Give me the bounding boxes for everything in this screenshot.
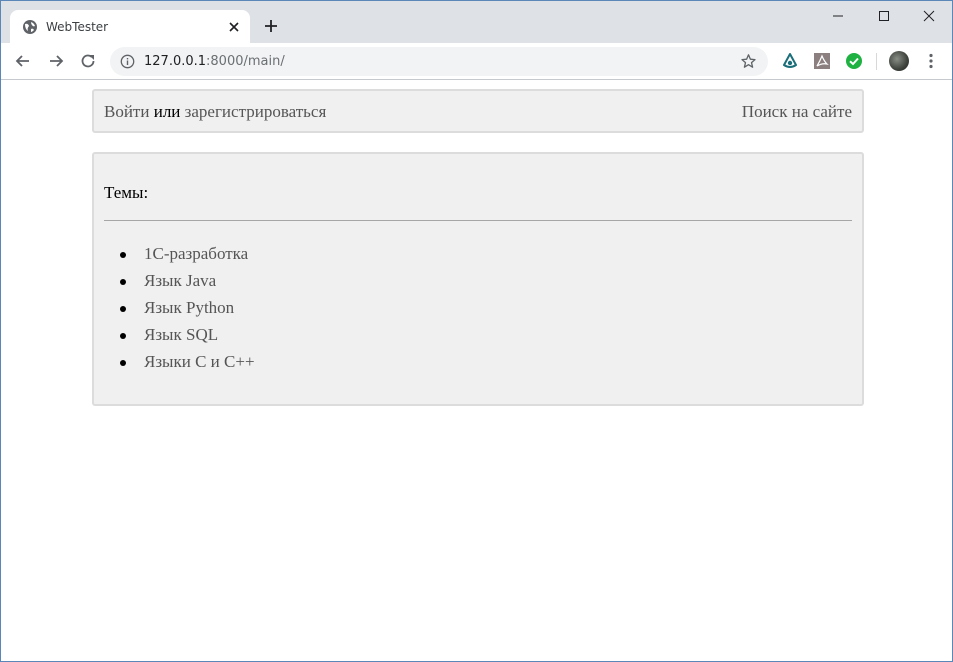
- pdf-extension-icon[interactable]: [813, 52, 831, 70]
- browser-toolbar: 127.0.0.1:8000/main/: [1, 43, 952, 80]
- check-extension-icon[interactable]: [845, 52, 863, 70]
- url-path: :8000/main/: [206, 54, 285, 69]
- address-bar[interactable]: 127.0.0.1:8000/main/: [110, 47, 768, 76]
- maximize-icon: [879, 11, 889, 21]
- topic-link[interactable]: Язык SQL: [144, 325, 218, 344]
- bullet-icon: [120, 360, 126, 366]
- page-content: Войти или зарегистрироваться Поиск на са…: [1, 81, 952, 661]
- list-item: Языки C и C++: [104, 352, 255, 379]
- globe-icon: [23, 20, 37, 34]
- star-icon[interactable]: [740, 53, 757, 70]
- url-host: 127.0.0.1: [144, 54, 207, 69]
- site-header: Войти или зарегистрироваться Поиск на са…: [92, 89, 864, 133]
- browser-window: WebTester 127.0.0.1:8000/main/ Войти или…: [0, 0, 953, 662]
- auth-links: Войти или зарегистрироваться: [104, 102, 326, 122]
- kebab-menu-icon[interactable]: [923, 52, 939, 70]
- topics-heading: Темы:: [104, 183, 149, 202]
- topic-link[interactable]: Язык Python: [144, 298, 234, 317]
- list-item: 1С-разработка: [104, 244, 255, 271]
- topics-panel: Темы: 1С-разработка Язык Java Язык Pytho…: [92, 152, 864, 406]
- list-item: Язык Java: [104, 271, 255, 298]
- list-item: Язык Python: [104, 298, 255, 325]
- minimize-button[interactable]: [815, 1, 861, 31]
- arrow-right-icon[interactable]: [46, 51, 66, 71]
- site-search-link[interactable]: Поиск на сайте: [742, 102, 852, 122]
- bullet-icon: [120, 279, 126, 285]
- close-window-icon: [923, 10, 935, 22]
- close-window-button[interactable]: [906, 1, 952, 31]
- topic-link[interactable]: 1С-разработка: [144, 244, 248, 263]
- divider: [104, 220, 852, 221]
- info-icon[interactable]: [120, 54, 135, 69]
- reload-icon[interactable]: [78, 51, 98, 71]
- topic-link[interactable]: Язык Java: [144, 271, 216, 290]
- close-icon[interactable]: [226, 19, 242, 35]
- tab-strip: WebTester: [1, 1, 952, 43]
- bullet-icon: [120, 333, 126, 339]
- maximize-button[interactable]: [861, 1, 907, 31]
- or-text: или: [153, 102, 181, 121]
- topics-list: 1С-разработка Язык Java Язык Python Язык…: [104, 244, 255, 379]
- bullet-icon: [120, 306, 126, 312]
- arrow-left-icon[interactable]: [13, 51, 33, 71]
- drop-extension-icon[interactable]: [781, 52, 799, 70]
- plus-icon[interactable]: [262, 17, 280, 35]
- toolbar-separator: [876, 53, 877, 70]
- avatar[interactable]: [889, 51, 909, 71]
- list-item: Язык SQL: [104, 325, 255, 352]
- bullet-icon: [120, 252, 126, 258]
- tab-webtester[interactable]: WebTester: [10, 10, 250, 43]
- topic-link[interactable]: Языки C и C++: [144, 352, 255, 371]
- register-link[interactable]: зарегистрироваться: [185, 102, 327, 121]
- minimize-icon: [833, 15, 843, 17]
- login-link[interactable]: Войти: [104, 102, 149, 121]
- url-text[interactable]: 127.0.0.1:8000/main/: [144, 53, 285, 70]
- tab-title: WebTester: [46, 20, 109, 34]
